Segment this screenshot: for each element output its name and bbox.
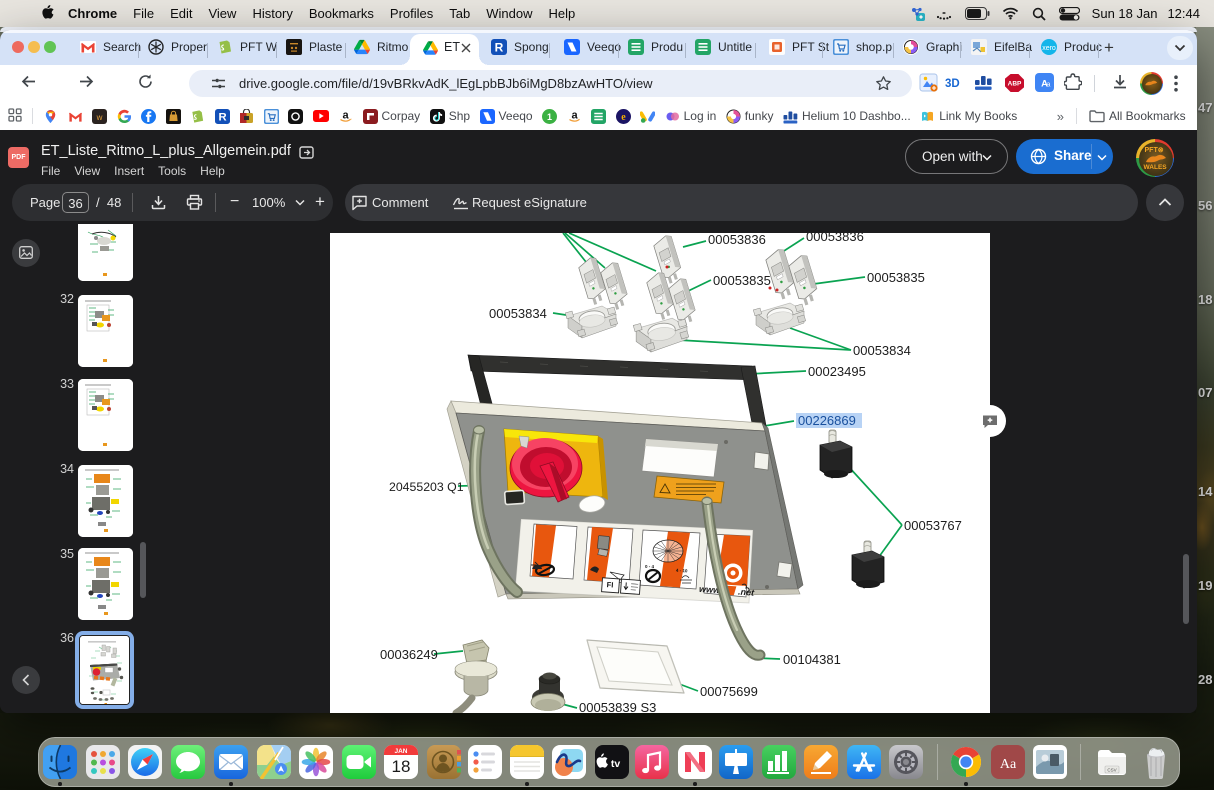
svg-text:00226869: 00226869 xyxy=(798,413,856,428)
svg-text:xero: xero xyxy=(1042,45,1056,52)
svg-text:00104381: 00104381 xyxy=(783,652,841,667)
svg-text:a: a xyxy=(1047,82,1051,89)
svg-text:00053836: 00053836 xyxy=(708,233,766,247)
svg-text:tv: tv xyxy=(611,758,620,770)
svg-text:00053834: 00053834 xyxy=(489,306,547,321)
svg-text:00053839 S3: 00053839 S3 xyxy=(579,700,656,713)
svg-text:00053767: 00053767 xyxy=(904,518,962,533)
svg-text:00053834: 00053834 xyxy=(853,343,911,358)
svg-text:R: R xyxy=(218,111,226,123)
svg-text:R: R xyxy=(495,41,504,55)
svg-text:w: w xyxy=(96,113,103,122)
svg-text:Aa: Aa xyxy=(1000,757,1017,772)
svg-text:18: 18 xyxy=(392,757,411,776)
svg-text:CSV: CSV xyxy=(1107,768,1116,773)
svg-text:00023495: 00023495 xyxy=(808,364,866,379)
svg-text:00075699: 00075699 xyxy=(700,684,758,699)
svg-text:00053836: 00053836 xyxy=(806,233,864,244)
svg-text:4 - 10: 4 - 10 xyxy=(676,568,688,574)
svg-text:a: a xyxy=(342,109,349,121)
svg-text:ABP: ABP xyxy=(1008,81,1022,88)
svg-text:0 - 4: 0 - 4 xyxy=(645,564,655,569)
svg-text:e: e xyxy=(621,112,626,123)
svg-text:00053835: 00053835 xyxy=(713,273,771,288)
svg-text:00053835: 00053835 xyxy=(867,270,925,285)
svg-text:FI: FI xyxy=(606,580,613,589)
svg-text:00036249: 00036249 xyxy=(380,647,438,662)
svg-text:20455203 Q1: 20455203 Q1 xyxy=(389,480,464,494)
svg-text:.net: .net xyxy=(738,587,756,598)
svg-text:JAN: JAN xyxy=(394,748,407,755)
svg-text:a: a xyxy=(571,109,578,121)
svg-text:1: 1 xyxy=(547,112,552,122)
